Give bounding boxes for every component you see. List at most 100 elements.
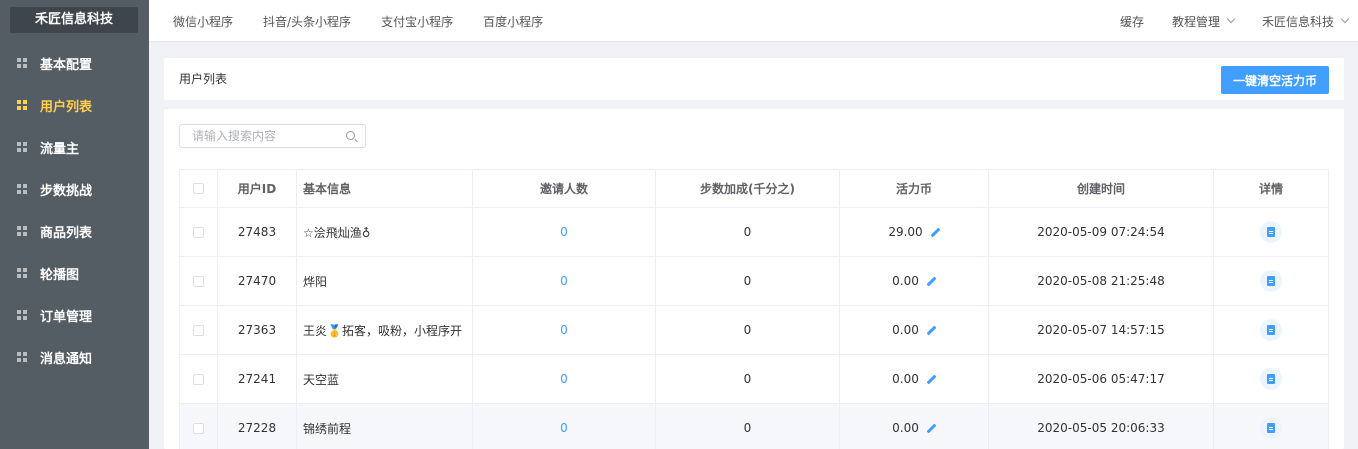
chevron-down-icon <box>1340 14 1350 24</box>
invite-count-link[interactable]: 0 <box>560 421 568 435</box>
created-time: 2020-05-05 20:06:33 <box>989 404 1214 449</box>
tab-baidu[interactable]: 百度小程序 <box>483 13 543 30</box>
sidebar-item-notifications[interactable]: 消息通知 <box>0 336 149 378</box>
edit-pencil-icon[interactable] <box>927 277 936 286</box>
clear-coins-button[interactable]: 一键清空活力币 <box>1221 66 1329 94</box>
details-cell <box>1214 306 1328 354</box>
sidebar-item-label: 步数挑战 <box>40 183 93 199</box>
step-bonus: 0 <box>656 257 840 305</box>
page-title: 用户列表 <box>179 72 228 86</box>
created-time: 2020-05-07 14:57:15 <box>989 306 1214 354</box>
table-row: 27241 天空蓝 0 0 0.00 2020-05-06 05:47:17 <box>180 355 1328 404</box>
grid-icon <box>17 310 27 320</box>
user-id: 27483 <box>218 208 297 256</box>
sidebar-item-step-challenge[interactable]: 步数挑战 <box>0 168 149 210</box>
row-select-cell <box>180 355 218 403</box>
tab-alipay[interactable]: 支付宝小程序 <box>381 13 453 30</box>
sidebar-item-label: 订单管理 <box>40 309 93 325</box>
grid-icon <box>17 184 27 194</box>
invite-count-link[interactable]: 0 <box>560 225 568 239</box>
coins-value: 0.00 <box>892 323 919 337</box>
coins-cell: 29.00 <box>840 208 989 256</box>
step-bonus: 0 <box>656 355 840 403</box>
search-input[interactable] <box>180 125 340 147</box>
edit-pencil-icon[interactable] <box>931 228 940 237</box>
details-cell <box>1214 257 1328 305</box>
cache-link[interactable]: 缓存 <box>1120 13 1144 30</box>
details-button[interactable] <box>1260 319 1282 341</box>
invite-count-link[interactable]: 0 <box>560 323 568 337</box>
invite-count-link[interactable]: 0 <box>560 274 568 288</box>
details-cell <box>1214 404 1328 449</box>
coins-value: 0.00 <box>892 372 919 386</box>
details-cell <box>1214 355 1328 403</box>
row-checkbox[interactable] <box>193 275 204 287</box>
sidebar-item-label: 商品列表 <box>40 225 93 241</box>
grid-icon <box>17 142 27 152</box>
cache-label: 缓存 <box>1119 14 1144 29</box>
sidebar-item-carousel[interactable]: 轮播图 <box>0 252 149 294</box>
topbar-actions: 缓存 教程管理 禾匠信息科技 <box>1120 0 1358 42</box>
edit-pencil-icon[interactable] <box>927 326 936 335</box>
platform-tabs: 微信小程序 抖音/头条小程序 支付宝小程序 百度小程序 <box>173 0 573 42</box>
sidebar-item-user-list[interactable]: 用户列表 <box>0 84 149 126</box>
topbar: 微信小程序 抖音/头条小程序 支付宝小程序 百度小程序 缓存 教程管理 禾匠信息… <box>149 0 1358 42</box>
row-select-cell <box>180 208 218 256</box>
select-all-checkbox[interactable] <box>193 183 204 194</box>
sidebar-item-basic-config[interactable]: 基本配置 <box>0 42 149 84</box>
document-icon <box>1267 374 1275 384</box>
user-info: 王炎🥇拓客，吸粉，小程序开 <box>297 306 473 354</box>
row-checkbox[interactable] <box>193 422 204 434</box>
sidebar-item-label: 用户列表 <box>40 99 93 115</box>
sidebar-item-label: 流量主 <box>40 141 80 157</box>
invite-count-link[interactable]: 0 <box>560 372 568 386</box>
edit-pencil-icon[interactable] <box>927 375 936 384</box>
details-button[interactable] <box>1260 417 1282 439</box>
details-button[interactable] <box>1260 368 1282 390</box>
details-button[interactable] <box>1260 270 1282 292</box>
coins-value: 29.00 <box>888 225 923 239</box>
sidebar-item-orders[interactable]: 订单管理 <box>0 294 149 336</box>
header-step-bonus: 步数加成(千分之) <box>656 170 840 207</box>
header-basic-info: 基本信息 <box>297 170 473 207</box>
tutorial-label: 教程管理 <box>1171 14 1220 29</box>
account-label: 禾匠信息科技 <box>1261 14 1334 29</box>
user-info: ☆浍飛灿渔♁ <box>297 208 473 256</box>
user-info: 天空蓝 <box>297 355 473 403</box>
invite-count-cell: 0 <box>473 257 656 305</box>
row-checkbox[interactable] <box>193 226 204 238</box>
table-row: 27228 锦绣前程 0 0 0.00 2020-05-05 20:06:33 <box>180 404 1328 449</box>
step-bonus: 0 <box>656 306 840 354</box>
invite-count-cell: 0 <box>473 208 656 256</box>
row-select-cell <box>180 404 218 449</box>
coins-cell: 0.00 <box>840 306 989 354</box>
tab-wechat[interactable]: 微信小程序 <box>173 13 233 30</box>
user-info: 锦绣前程 <box>297 404 473 449</box>
row-checkbox[interactable] <box>193 373 204 385</box>
header-details: 详情 <box>1258 182 1283 196</box>
search-icon[interactable] <box>346 131 355 140</box>
coins-cell: 0.00 <box>840 404 989 449</box>
details-button[interactable] <box>1260 221 1282 243</box>
table-row: 27470 烨阳 0 0 0.00 2020-05-08 21:25:48 <box>180 257 1328 306</box>
sidebar-item-label: 消息通知 <box>40 351 93 367</box>
details-cell <box>1214 208 1328 256</box>
user-id: 27228 <box>218 404 297 449</box>
sidebar-item-label: 轮播图 <box>40 267 80 283</box>
edit-pencil-icon[interactable] <box>927 424 936 433</box>
app-logo: 禾匠信息科技 <box>10 7 138 33</box>
sidebar-item-traffic[interactable]: 流量主 <box>0 126 149 168</box>
sidebar-item-products[interactable]: 商品列表 <box>0 210 149 252</box>
row-select-cell <box>180 257 218 305</box>
page-header-card: 用户列表 一键清空活力币 <box>164 58 1344 100</box>
header-select-cell <box>180 170 218 207</box>
tab-douyin[interactable]: 抖音/头条小程序 <box>263 13 351 30</box>
created-time: 2020-05-08 21:25:48 <box>989 257 1214 305</box>
header-invites: 邀请人数 <box>473 170 656 207</box>
invite-count-cell: 0 <box>473 306 656 354</box>
tutorial-menu[interactable]: 教程管理 <box>1171 13 1236 30</box>
invite-count-cell: 0 <box>473 355 656 403</box>
sidebar: 禾匠信息科技 基本配置 用户列表 流量主 步数挑战 商品列表 轮播图 订单管理 <box>0 0 149 449</box>
row-checkbox[interactable] <box>193 324 204 336</box>
account-menu[interactable]: 禾匠信息科技 <box>1261 13 1350 30</box>
